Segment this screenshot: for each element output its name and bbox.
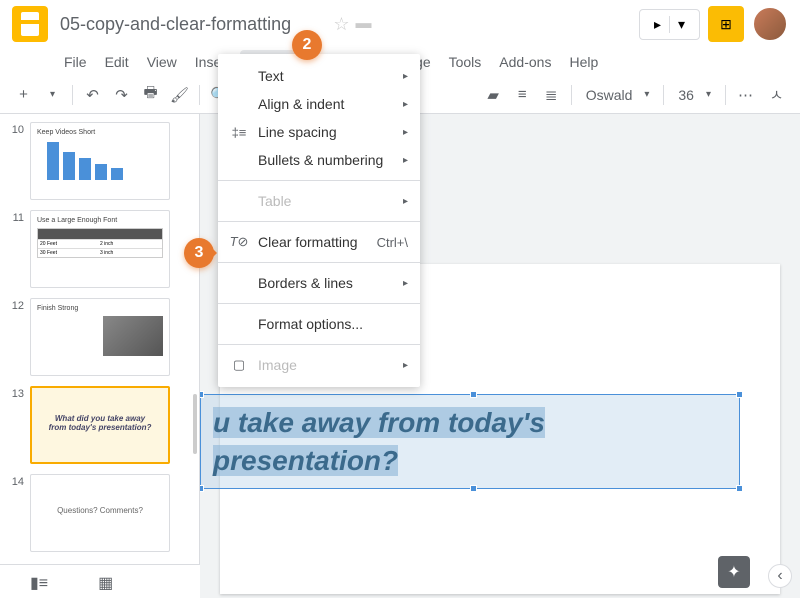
present-button[interactable]: ▸ ▾: [639, 9, 700, 40]
slides-logo[interactable]: [12, 6, 48, 42]
paint-format-button[interactable]: 🖌: [166, 81, 193, 109]
redo-button[interactable]: ↷: [108, 81, 135, 109]
dd-table: Table▸: [218, 187, 420, 215]
thumb-number: 11: [8, 210, 24, 288]
menu-addons[interactable]: Add-ons: [491, 50, 559, 74]
thumbnail[interactable]: Questions? Comments?: [30, 474, 170, 552]
border-color-button[interactable]: ≡: [509, 81, 536, 109]
dd-text[interactable]: Text▸: [218, 62, 420, 90]
thumbnail[interactable]: Finish Strong: [30, 298, 170, 376]
menu-view[interactable]: View: [139, 50, 185, 74]
menu-file[interactable]: File: [56, 50, 95, 74]
new-slide-button[interactable]: +: [10, 81, 37, 109]
clear-format-icon: T⊘: [230, 234, 248, 250]
font-size-select[interactable]: 36▾: [670, 83, 719, 107]
dd-spacing[interactable]: ‡≡Line spacing▸: [218, 118, 420, 146]
thumb-number: 13: [8, 386, 24, 464]
collapse-button[interactable]: ㅅ: [763, 81, 790, 109]
thumbnail[interactable]: Keep Videos Short: [30, 122, 170, 200]
line-spacing-icon: ‡≡: [230, 125, 248, 140]
menu-edit[interactable]: Edit: [97, 50, 137, 74]
menu-tools[interactable]: Tools: [441, 50, 490, 74]
grid-view-button[interactable]: ▦: [98, 573, 113, 593]
thumbnail-panel: 10 Keep Videos Short 11 Use a Large Enou…: [0, 114, 200, 598]
thumb-number: 10: [8, 122, 24, 200]
image-icon: ▢: [230, 357, 248, 373]
apps-button[interactable]: ⊞: [708, 6, 744, 42]
star-icon[interactable]: ☆: [333, 14, 349, 35]
thumbnail-selected[interactable]: What did you take away from today's pres…: [30, 386, 170, 464]
callout-3: 3: [184, 238, 214, 268]
callout-2: 2: [292, 30, 322, 60]
dd-image: ▢Image▸: [218, 351, 420, 379]
dd-align[interactable]: Align & indent▸: [218, 90, 420, 118]
font-select[interactable]: Oswald▾: [578, 83, 658, 107]
dd-clear-formatting[interactable]: T⊘Clear formattingCtrl+\: [218, 228, 420, 256]
avatar[interactable]: [752, 6, 788, 42]
slide-text[interactable]: u take away from today's presentation?: [213, 403, 727, 480]
menu-help[interactable]: Help: [561, 50, 606, 74]
new-slide-dropdown[interactable]: ▾: [39, 81, 66, 109]
dd-borders[interactable]: Borders & lines▸: [218, 269, 420, 297]
undo-button[interactable]: ↶: [79, 81, 106, 109]
scrollbar[interactable]: [193, 394, 197, 454]
thumb-number: 14: [8, 474, 24, 552]
format-dropdown: Text▸ Align & indent▸ ‡≡Line spacing▸ Bu…: [218, 54, 420, 387]
present-dropdown-icon[interactable]: ▾: [669, 16, 685, 33]
thumbnail[interactable]: Use a Large Enough Font 20 Feet2 inch 30…: [30, 210, 170, 288]
next-nav-button[interactable]: ‹: [768, 564, 792, 588]
print-button[interactable]: 🖶: [137, 81, 164, 109]
border-weight-button[interactable]: ≣: [538, 81, 565, 109]
fill-color-button[interactable]: ▰: [480, 81, 507, 109]
view-switcher: ▮≡ ▦: [0, 564, 200, 600]
folder-icon[interactable]: ▬: [356, 15, 372, 33]
play-icon: ▸: [654, 16, 661, 33]
thumb-number: 12: [8, 298, 24, 376]
filmstrip-view-button[interactable]: ▮≡: [30, 573, 48, 593]
explore-button[interactable]: ✦: [718, 556, 750, 588]
dd-format-options[interactable]: Format options...: [218, 310, 420, 338]
dd-bullets[interactable]: Bullets & numbering▸: [218, 146, 420, 174]
text-box[interactable]: u take away from today's presentation?: [200, 394, 740, 489]
more-button[interactable]: ⋯: [732, 81, 759, 109]
doc-title[interactable]: 05-copy-and-clear-formatting: [60, 14, 327, 35]
